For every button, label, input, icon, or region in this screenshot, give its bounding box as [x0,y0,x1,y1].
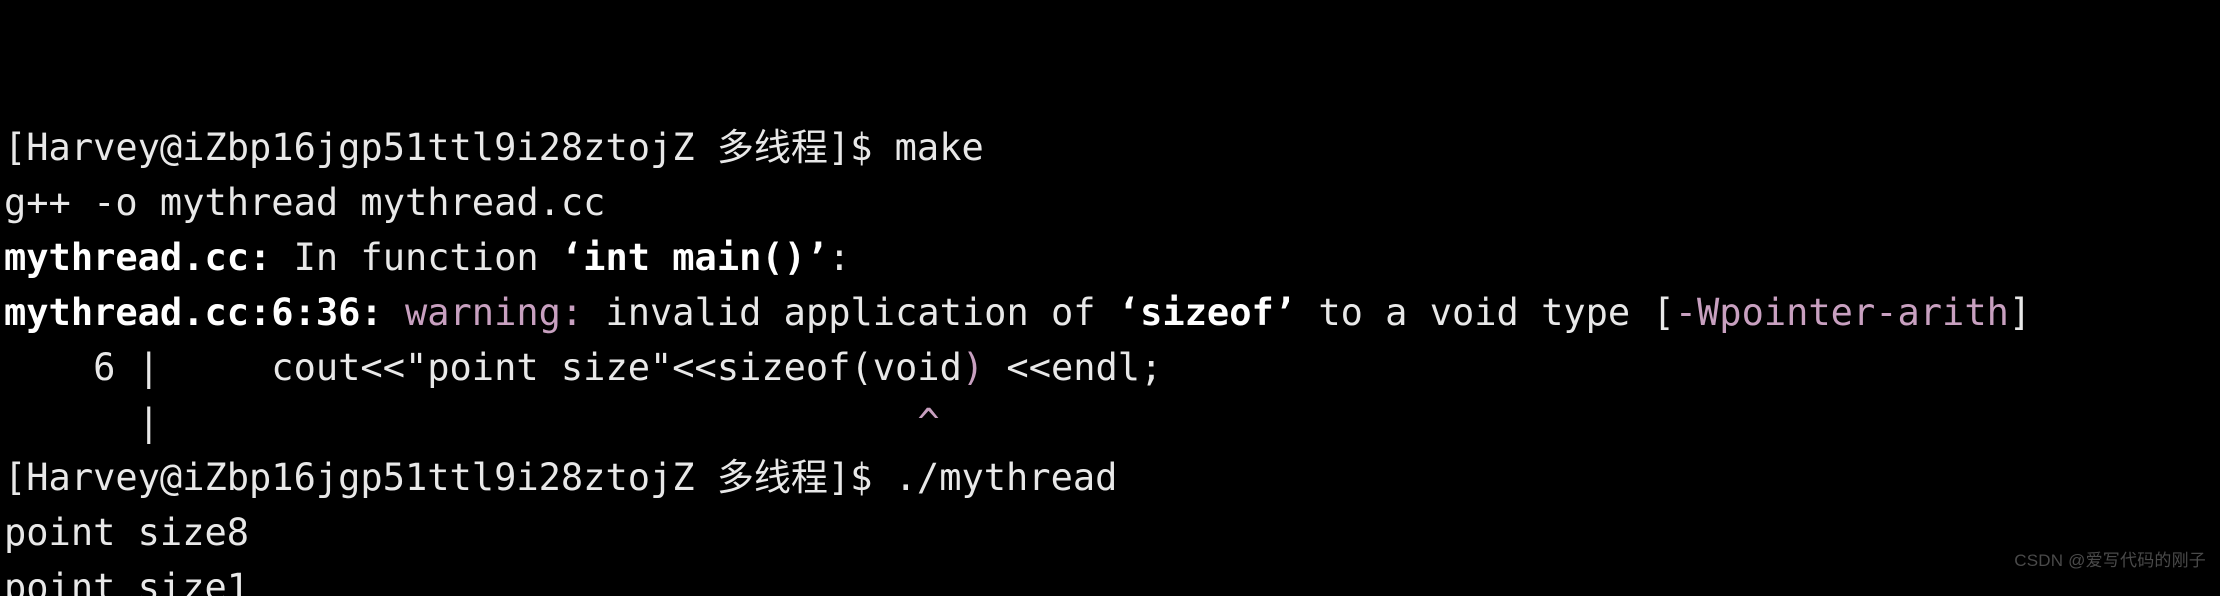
line-warning-seg-0: mythread.cc:6:36: [4,291,383,334]
line-warning-seg-5: to a void type [ [1296,291,1675,334]
line-compile-cmd: g++ -o mythread mythread.cc [4,175,2220,230]
line-in-function-seg-3: : [828,236,851,279]
line-caret-seg-0: | [4,401,918,444]
line-caret-seg-1: ^ [917,401,940,444]
line-source-6: 6 | cout<<"point size"<<sizeof(void) <<e… [4,340,2220,395]
line-output-2-seg-0: point size1 [4,566,250,596]
line-in-function-seg-0: mythread.cc: [4,236,272,279]
line-in-function-seg-1: In function [271,236,561,279]
line-caret: | ^ [4,395,2220,450]
line-in-function-seg-2: ‘int main()’ [560,236,829,279]
line-source-6-seg-0: 6 | cout<<"point size"<<sizeof(void [4,346,962,389]
line-prompt-make: [Harvey@iZbp16jgp51ttl9i28ztojZ 多线程]$ ma… [4,120,2220,175]
line-prompt-make-seg-0: [Harvey@iZbp16jgp51ttl9i28ztojZ 多线程]$ [4,126,895,169]
line-prompt-make-seg-1: make [894,126,984,169]
line-warning-seg-2: warning: [404,291,584,334]
line-warning-seg-6: -Wpointer-arith [1674,291,2009,334]
watermark: CSDN @爱写代码的刚子 [2014,551,2206,570]
line-source-6-seg-2: <<endl; [984,346,1163,389]
line-warning-seg-7: ] [2008,291,2032,334]
line-warning-seg-4: ‘sizeof’ [1117,291,1297,334]
line-output-2: point size1 [4,560,2220,596]
line-source-6-seg-1: ) [961,346,985,389]
line-warning: mythread.cc:6:36: warning: invalid appli… [4,285,2220,340]
line-in-function: mythread.cc: In function ‘int main()’: [4,230,2220,285]
line-output-1: point size8 [4,505,2220,560]
line-prompt-run-seg-1: ./mythread [894,456,1118,499]
line-output-1-seg-0: point size8 [4,511,250,554]
line-prompt-run-seg-0: [Harvey@iZbp16jgp51ttl9i28ztojZ 多线程]$ [4,456,895,499]
terminal-window[interactable]: [Harvey@iZbp16jgp51ttl9i28ztojZ 多线程]$ ma… [0,0,2220,596]
line-clipped-top: [Harvey@iZbp16jgp51ttl9i28ztojZ 多线程]$ ma… [4,110,2220,120]
terminal-output: [Harvey@iZbp16jgp51ttl9i28ztojZ 多线程]$ ma… [4,110,2220,596]
line-compile-cmd-seg-0: g++ -o mythread mythread.cc [4,181,606,224]
line-warning-seg-3: invalid application of [583,291,1118,334]
line-warning-seg-1 [383,291,405,334]
line-prompt-run: [Harvey@iZbp16jgp51ttl9i28ztojZ 多线程]$ ./… [4,450,2220,505]
